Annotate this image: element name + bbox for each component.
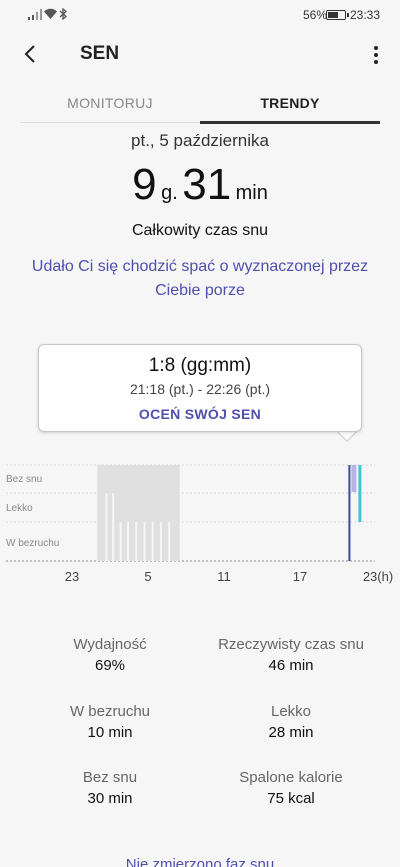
x-tick-label: 23 [64,569,80,584]
stat-calories: Spalone kalorie 75 kcal [206,769,376,807]
stage-gap [151,522,154,561]
x-tick-label: 23(h) [362,569,394,584]
stage-gap [135,522,138,561]
tab-monitoruj[interactable]: MONITORUJ [20,95,200,111]
stat-value: 28 min [268,724,314,741]
level-label-deep: W bezruchu [6,538,60,549]
x-tick-label: 11 [217,569,231,584]
tab-active-indicator [200,121,380,124]
stage-gap [119,522,122,561]
wifi-icon [44,8,57,19]
rate-sleep-button[interactable]: OCEŃ SWÓJ SEN [39,406,361,422]
stat-value: 46 min [268,657,314,674]
stat-label: Rzeczywisty czas snu [218,636,364,653]
duration-minutes: 31 [182,160,232,209]
stat-value: 69% [94,657,126,674]
duration-minutes-unit: min [235,182,268,204]
stat-light: Lekko 28 min [206,703,376,741]
tab-divider [20,122,200,123]
tab-trendy[interactable]: TRENDY [200,95,380,111]
stage-gap [126,522,129,561]
stat-value: 10 min [87,724,133,741]
stage-gap [168,522,171,561]
stat-awake: Bez snu 30 min [25,769,195,807]
x-tick-label: 5 [144,569,152,584]
sleep-stage-chart-svg [6,464,375,562]
level-label-awake: Bez snu [6,474,43,485]
clock: 23:33 [350,8,381,22]
battery-icon [326,10,349,20]
stat-label: Wydajność [73,636,147,653]
stat-label: Bez snu [82,769,138,786]
bedtime-goal-message: Udało Ci się chodzić spać o wyznaczonej … [31,258,369,299]
stage-gap [112,522,115,561]
sleep-stage-chart[interactable]: Bez snu Lekko W bezruchu 23 5 11 17 23(h… [0,455,400,595]
sleep-session-tooltip: 1:8 (gg:mm) 21:18 (pt.) - 22:26 (pt.) OC… [38,344,362,432]
level-label-light: Lekko [6,503,33,514]
stage-gap [105,522,108,561]
sleep-stages-link[interactable]: Nie zmierzono faz snu [0,856,400,867]
duration-hours-unit: g. [161,182,178,204]
x-tick-label: 17 [292,569,308,584]
sleep-session-bar [97,465,180,561]
page-title: SEN [80,43,120,64]
session-duration: 1:8 (gg:mm) [148,355,252,376]
sleep-date: pt., 5 października [131,131,269,150]
more-options-icon[interactable] [366,44,386,66]
stage-gap [112,493,115,522]
stage-gap [143,522,146,561]
session-time-range: 21:18 (pt.) - 22:26 (pt.) [129,381,271,397]
stat-label: W bezruchu [69,703,151,720]
stage-gap [105,493,108,522]
total-sleep-label: Całkowity czas snu [131,222,269,239]
status-bar: 56% 23:33 [0,0,400,30]
stat-label: Spalone kalorie [239,769,343,786]
stage-gap [159,522,162,561]
awake-stage-bar [358,465,362,522]
stat-value: 30 min [87,790,133,807]
stat-motionless: W bezruchu 10 min [25,703,195,741]
stat-value: 75 kcal [267,790,315,807]
signal-icon [28,9,42,20]
battery-percent: 56% [303,8,328,22]
light-stage-bar [351,465,357,492]
stat-label: Lekko [270,703,312,720]
selected-session-marker [348,465,351,561]
back-arrow-icon[interactable] [20,42,42,66]
bluetooth-icon [59,8,67,20]
duration-hours: 9 [132,160,157,209]
total-sleep-duration: 9 g. 31 min [0,160,400,210]
stat-actual-sleep: Rzeczywisty czas snu 46 min [206,636,376,674]
stat-efficiency: Wydajność 69% [25,636,195,674]
